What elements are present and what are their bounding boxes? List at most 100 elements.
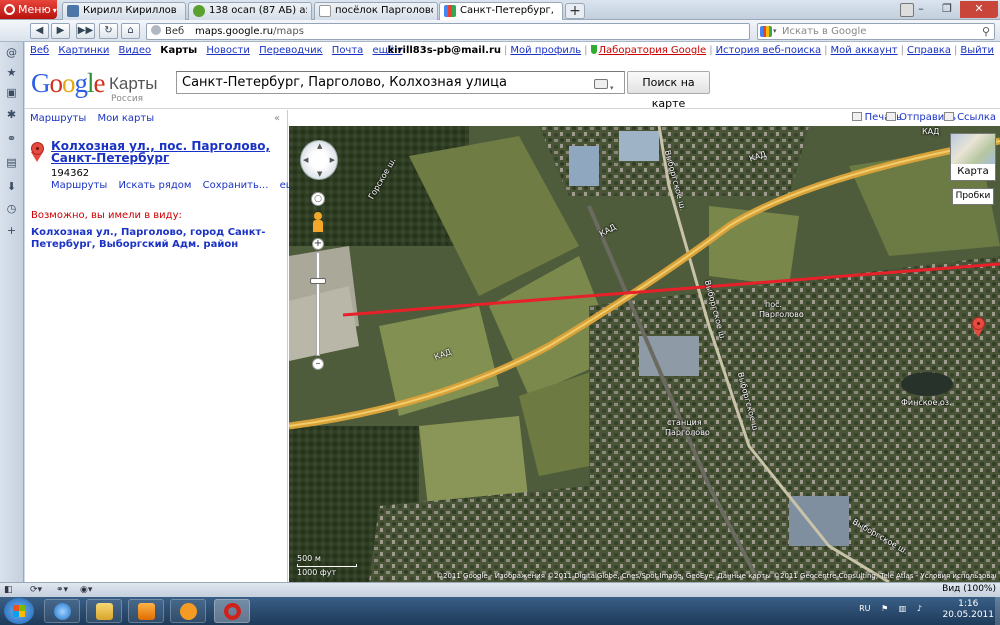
new-tab-button[interactable]: + [565,3,585,19]
search-maps-button[interactable]: Поиск на карте [627,71,710,110]
windows-taskbar: RU ⚑ ▥ ♪ 1:16 20.05.2011 [0,597,1000,625]
language-indicator[interactable]: RU [859,604,870,613]
user-email: kirill83s-pb@mail.ru [387,45,502,56]
unite-icon[interactable]: ⚭ [5,132,18,145]
my-maps-link[interactable]: Мои карты [97,113,154,124]
mail-icon[interactable]: @ [5,46,18,59]
search-query-text: Санкт-Петербург, Парголово, Колхозная ул… [182,75,507,90]
map-canvas[interactable]: КАД КАД КАД КАД пос. Парголово станция П… [289,126,1000,582]
address-domain: maps.google.ru [195,26,274,37]
result-save-link[interactable]: Сохранить... [203,180,269,191]
logo-service-name: Карты [109,74,158,93]
browser-search-field[interactable]: ▾ Искать в Google ⚲ [757,23,995,40]
mail-agent-icon [180,603,197,620]
forward-button[interactable]: ▶ [51,23,70,39]
add-panel-icon[interactable]: + [5,224,18,237]
tab-label: посёлок Парголово, ... [335,5,433,16]
fast-forward-button[interactable]: ▶▶ [76,23,95,39]
maps-search-input[interactable]: Санкт-Петербург, Парголово, Колхозная ул… [176,71,625,94]
flag-icon[interactable]: ⚑ [881,604,888,613]
map-thumbnail [951,134,995,164]
labs-icon [590,45,597,54]
suggestion-link[interactable]: Колхозная ул., Парголово, город Санкт-Пе… [31,227,281,251]
scale-bar: 500 м 1000 фут [297,554,357,577]
map-toolbar: Печать Отправить Ссылка [289,110,1000,126]
folder-icon [96,603,113,620]
tab-forum[interactable]: 138 осап (87 АБ) аэр. ... [188,2,312,20]
notes-icon[interactable]: ▤ [5,156,18,169]
street-view-pegman-icon[interactable] [313,212,323,232]
zoom-slider[interactable] [316,252,320,356]
link-button[interactable]: Ссылка [944,112,996,123]
back-button[interactable]: ◀ [30,23,49,39]
opera-menu-label: Меню [18,3,51,16]
maximize-button[interactable]: ❐ [934,1,960,18]
history-icon[interactable]: ◷ [5,202,18,215]
bookmarks-icon[interactable]: ★ [5,66,18,79]
location-marker-icon[interactable] [972,315,985,337]
minimize-button[interactable]: – [908,1,934,18]
sign-out-link[interactable]: Выйти [960,45,994,56]
close-window-button[interactable]: ✕ [960,1,998,18]
traffic-button[interactable]: Пробки [952,188,994,205]
my-profile-link[interactable]: Мой профиль [510,45,581,56]
gbar-link-mail[interactable]: Почта [332,45,364,56]
tab-google-search[interactable]: посёлок Парголово, ... [314,2,438,20]
sync-icon[interactable]: ⟳▾ [30,585,42,596]
opera-taskbar-button[interactable] [214,599,250,623]
gbar-link-images[interactable]: Картинки [58,45,109,56]
address-field[interactable]: Веб maps.google.ru/maps [146,23,750,40]
vk-icon [67,5,79,17]
tab-vk[interactable]: Кирилл Кириллов [62,2,186,20]
unite-status-icon[interactable]: ⚭▾ [56,585,68,596]
show-desktop-button[interactable] [995,597,1000,625]
map-label: Парголово [665,428,710,437]
gbar-link-news[interactable]: Новости [206,45,249,56]
web-history-link[interactable]: История веб-поиска [716,45,822,56]
google-maps-logo[interactable]: Google Карты Россия [31,68,157,104]
explorer-taskbar-button[interactable] [86,599,122,623]
pan-control[interactable]: ▲ ◀ ▶ ▼ [300,140,338,180]
widgets-icon[interactable]: ✱ [5,108,18,121]
search-icon[interactable]: ⚲ [982,24,990,39]
speed-dial-icon[interactable]: ▣ [5,86,18,99]
result-search-nearby-link[interactable]: Искать рядом [118,180,191,191]
result-marker-icon[interactable] [31,142,44,164]
gbar-link-translate[interactable]: Переводчик [259,45,323,56]
zoom-out-button[interactable]: – [312,358,324,370]
rotate-control[interactable]: ○ [311,192,325,206]
panel-toggle-icon[interactable]: ◧ [4,585,13,596]
directions-link[interactable]: Маршруты [30,113,86,124]
internet-explorer-taskbar-button[interactable] [44,599,80,623]
map-type-button[interactable]: Карта [950,133,996,181]
tab-google-maps[interactable]: Санкт-Петербург, Пар... [439,2,563,21]
zoom-in-button[interactable]: + [312,238,324,250]
gbar-link-video[interactable]: Видео [119,45,152,56]
chevron-down-icon[interactable]: ▾ [773,24,777,39]
media-player-taskbar-button[interactable] [128,599,164,623]
result-title[interactable]: Колхозная ул., пос. Парголово, Санкт-Пет… [51,140,281,164]
zoom-slider-handle[interactable] [310,278,326,284]
my-account-link[interactable]: Мой аккаунт [831,45,898,56]
result-directions-link[interactable]: Маршруты [51,180,107,191]
google-bar: Веб Картинки Видео Карты Новости Перевод… [30,45,994,56]
collapse-panel-icon[interactable]: « [274,113,284,125]
system-tray: RU ⚑ ▥ ♪ [859,604,930,613]
network-icon[interactable]: ▥ [899,604,907,613]
results-panel: Маршруты Мои карты « Колхозная ул., пос.… [25,110,309,582]
downloads-icon[interactable]: ⬇ [5,180,18,193]
google-labs-link[interactable]: Лаборатория Google [599,45,707,56]
turbo-icon[interactable]: ◉▾ [80,585,92,596]
zoom-level-button[interactable]: Вид (100%) [942,584,996,594]
keyboard-icon[interactable]: ▾ [594,76,620,92]
home-button[interactable]: ⌂ [121,23,140,39]
volume-icon[interactable]: ♪ [917,604,922,613]
opera-menu-button[interactable]: Меню ▾ [0,0,57,19]
start-button[interactable] [4,598,34,624]
map-label: Парголово [759,310,804,319]
mail-agent-taskbar-button[interactable] [170,599,206,623]
gbar-link-web[interactable]: Веб [30,45,49,56]
help-link[interactable]: Справка [907,45,951,56]
clock[interactable]: 1:16 20.05.2011 [942,599,994,621]
reload-button[interactable]: ↻ [99,23,118,39]
